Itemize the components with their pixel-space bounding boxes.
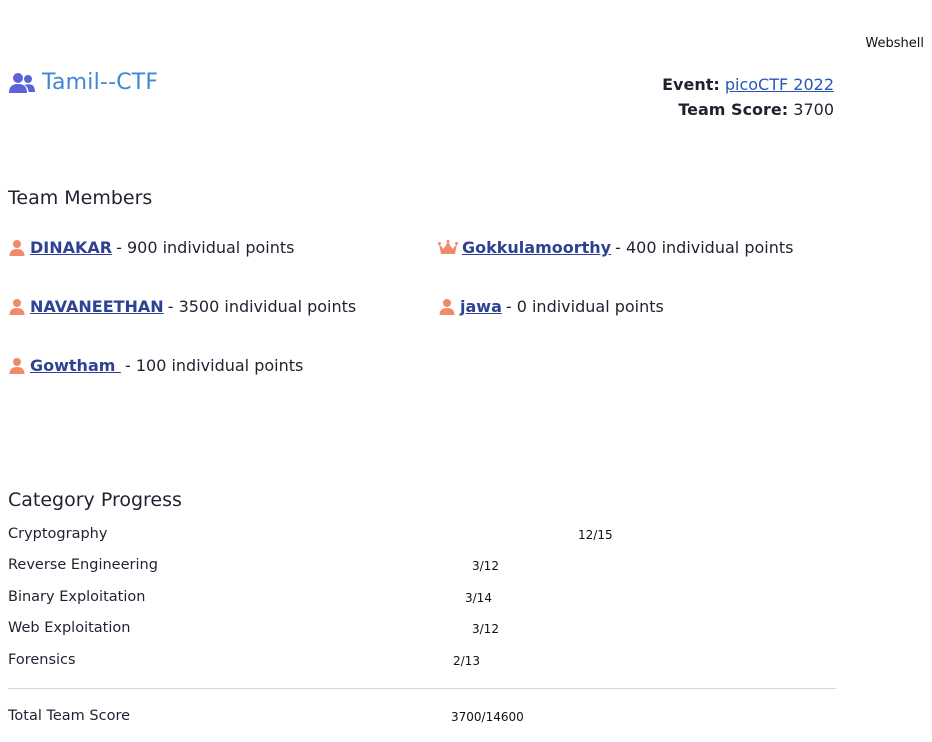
user-icon [439, 298, 455, 315]
total-score-label: Total Team Score [8, 708, 131, 724]
member-link[interactable]: DINAKAR [30, 238, 112, 257]
team-score-line: Team Score: 3700 [662, 97, 834, 122]
event-line: Event: picoCTF 2022 [662, 72, 834, 97]
category-label: Reverse Engineering [8, 557, 158, 573]
event-info: Event: picoCTF 2022 Team Score: 3700 [662, 72, 834, 122]
team-score-label: Team Score: [678, 100, 789, 119]
category-row: Forensics 2/13 [8, 652, 836, 672]
category-row: Reverse Engineering 3/12 [8, 557, 836, 577]
total-score-row: Total Team Score 3700/14600 [8, 708, 836, 728]
webshell-link[interactable]: Webshell [865, 36, 924, 51]
member-points: - 100 individual points [124, 356, 304, 375]
category-value: 2/13 [453, 654, 480, 668]
user-icon [9, 357, 25, 374]
category-label: Binary Exploitation [8, 589, 146, 605]
member-item: jawa - 0 individual points [438, 297, 664, 316]
category-label: Forensics [8, 652, 76, 668]
category-row: Cryptography 12/15 [8, 526, 836, 546]
member-link[interactable]: Gokkulamoorthy [462, 238, 611, 257]
team-page: Webshell Tamil--CTF Event: picoCTF 2022 … [0, 0, 932, 742]
team-header: Tamil--CTF [8, 70, 158, 95]
member-item: Gowtham - 100 individual points [8, 356, 303, 375]
team-members-title: Team Members [8, 187, 153, 209]
member-link[interactable]: Gowtham [30, 356, 121, 375]
category-row: Web Exploitation 3/12 [8, 620, 836, 640]
users-icon [9, 72, 35, 93]
member-item: DINAKAR - 900 individual points [8, 238, 294, 257]
category-label: Web Exploitation [8, 620, 131, 636]
crown-icon [438, 239, 458, 254]
category-progress-title: Category Progress [8, 489, 182, 511]
member-points: - 0 individual points [505, 297, 664, 316]
member-points: - 3500 individual points [167, 297, 357, 316]
category-value: 3/12 [472, 559, 499, 573]
total-score-value: 3700/14600 [451, 710, 524, 724]
member-points: - 400 individual points [615, 238, 794, 257]
member-item: Gokkulamoorthy - 400 individual points [438, 238, 793, 257]
event-link[interactable]: picoCTF 2022 [725, 75, 834, 94]
member-points: - 900 individual points [116, 238, 295, 257]
category-value: 3/12 [472, 622, 499, 636]
member-item: NAVANEETHAN - 3500 individual points [8, 297, 356, 316]
member-link[interactable]: NAVANEETHAN [30, 297, 164, 316]
category-value: 12/15 [578, 528, 613, 542]
event-label: Event: [662, 75, 720, 94]
team-name: Tamil--CTF [42, 70, 159, 95]
team-score-value: 3700 [793, 100, 834, 119]
member-link[interactable]: jawa [460, 297, 502, 316]
user-icon [9, 298, 25, 315]
category-value: 3/14 [465, 591, 492, 605]
category-row: Binary Exploitation 3/14 [8, 589, 836, 609]
user-icon [9, 239, 25, 256]
divider [8, 688, 836, 689]
category-label: Cryptography [8, 526, 108, 542]
